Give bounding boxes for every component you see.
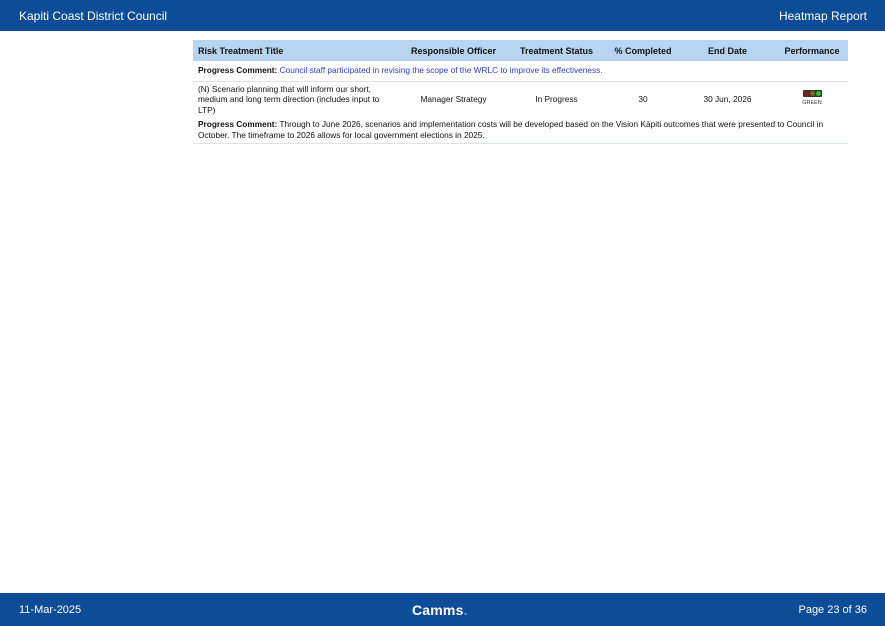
progress-comment-label: Progress Comment:	[198, 119, 278, 129]
col-treatment-status: Treatment Status	[506, 40, 607, 61]
risk-treatment-table: Risk Treatment Title Responsible Officer…	[193, 40, 848, 144]
page-number: Page 23 of 36	[798, 603, 867, 616]
traffic-light-icon	[802, 90, 822, 97]
performance-cell: GREEN	[776, 81, 848, 117]
table-row: (N) Scenario planning that will inform o…	[193, 81, 848, 117]
progress-comment-row: Progress Comment: Council staff particip…	[193, 61, 848, 82]
progress-comment-label: Progress Comment:	[198, 65, 278, 76]
page-footer: 11-Mar-2025 Camms. Page 23 of 36	[0, 593, 885, 626]
table-header-row: Risk Treatment Title Responsible Officer…	[193, 40, 848, 61]
col-performance: Performance	[776, 40, 848, 61]
progress-comment-text: Through to June 2026, scenarios and impl…	[198, 119, 824, 140]
treatment-title: (N) Scenario planning that will inform o…	[198, 83, 380, 115]
progress-comment-text: Council staff participated in revising t…	[279, 65, 603, 76]
performance-label: GREEN	[802, 100, 822, 106]
progress-comment: Progress Comment: Council staff particip…	[193, 61, 848, 82]
green-light	[815, 91, 821, 96]
camms-logo: Camms.	[411, 601, 468, 618]
report-title: Heatmap Report	[778, 8, 867, 23]
responsible-officer: Manager Strategy	[420, 94, 487, 104]
report-date: 11-Mar-2025	[19, 603, 82, 616]
progress-comment: Progress Comment: Through to June 2026, …	[193, 117, 848, 144]
page-header: Kapiti Coast District Council Heatmap Re…	[0, 0, 885, 31]
col-responsible-officer: Responsible Officer	[401, 40, 506, 61]
col-risk-treatment-title: Risk Treatment Title	[193, 40, 401, 61]
red-light	[803, 91, 809, 96]
performance-indicator: GREEN	[781, 90, 843, 109]
progress-comment-row: Progress Comment: Through to June 2026, …	[193, 117, 848, 144]
end-date: 30 Jun, 2026	[703, 94, 752, 104]
col-end-date: End Date	[679, 40, 776, 61]
amber-light	[809, 91, 815, 96]
org-name: Kapiti Coast District Council	[19, 8, 168, 23]
percent-completed: 30	[638, 94, 648, 104]
col-percent-completed: % Completed	[607, 40, 679, 61]
treatment-status: In Progress	[535, 94, 578, 104]
